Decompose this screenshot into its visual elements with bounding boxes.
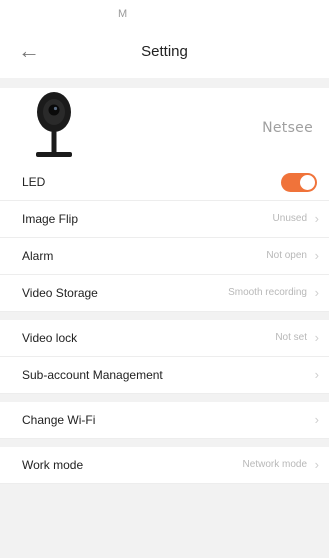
setting-value: Not open [266, 250, 307, 261]
setting-row-alarm[interactable]: Alarm Not open › [0, 238, 329, 275]
status-bar: M [0, 0, 329, 26]
setting-row-image-flip[interactable]: Image Flip Unused › [0, 201, 329, 238]
page-title: Setting [141, 43, 188, 60]
setting-value: Smooth recording [228, 287, 307, 298]
chevron-right-icon: › [314, 248, 319, 263]
device-name: Netsee [262, 120, 313, 136]
camera-icon [36, 92, 72, 157]
section-separator [0, 312, 329, 320]
setting-value: Network mode [242, 459, 307, 470]
setting-value: Unused [272, 213, 307, 224]
setting-row-change-wifi[interactable]: Change Wi-Fi › [0, 402, 329, 439]
setting-label: Work mode [22, 458, 84, 472]
header: ← Setting [0, 26, 329, 78]
led-toggle[interactable] [281, 173, 317, 192]
setting-row-led[interactable]: LED [0, 164, 329, 201]
chevron-right-icon: › [314, 211, 319, 226]
setting-label: Video Storage [22, 286, 98, 300]
toggle-knob [300, 175, 315, 190]
setting-row-sub-account[interactable]: Sub-account Management › [0, 357, 329, 394]
setting-value: Not set [275, 332, 307, 343]
section-separator [0, 394, 329, 402]
chevron-right-icon: › [314, 285, 319, 300]
setting-label: Video lock [22, 331, 78, 345]
chevron-right-icon: › [314, 457, 319, 472]
setting-row-video-lock[interactable]: Video lock Not set › [0, 320, 329, 357]
setting-row-work-mode[interactable]: Work mode Network mode › [0, 447, 329, 484]
setting-label: Alarm [22, 249, 54, 263]
setting-label: Sub-account Management [22, 368, 163, 382]
setting-row-video-storage[interactable]: Video Storage Smooth recording › [0, 275, 329, 312]
chevron-right-icon: › [314, 367, 319, 382]
chevron-right-icon: › [314, 412, 319, 427]
setting-label: Change Wi-Fi [22, 413, 96, 427]
status-glyph: M [118, 8, 129, 20]
setting-label: LED [22, 175, 46, 189]
section-separator [0, 439, 329, 447]
setting-label: Image Flip [22, 212, 79, 226]
device-card[interactable]: Netsee [0, 88, 329, 164]
spacer [0, 78, 329, 88]
chevron-right-icon: › [314, 330, 319, 345]
